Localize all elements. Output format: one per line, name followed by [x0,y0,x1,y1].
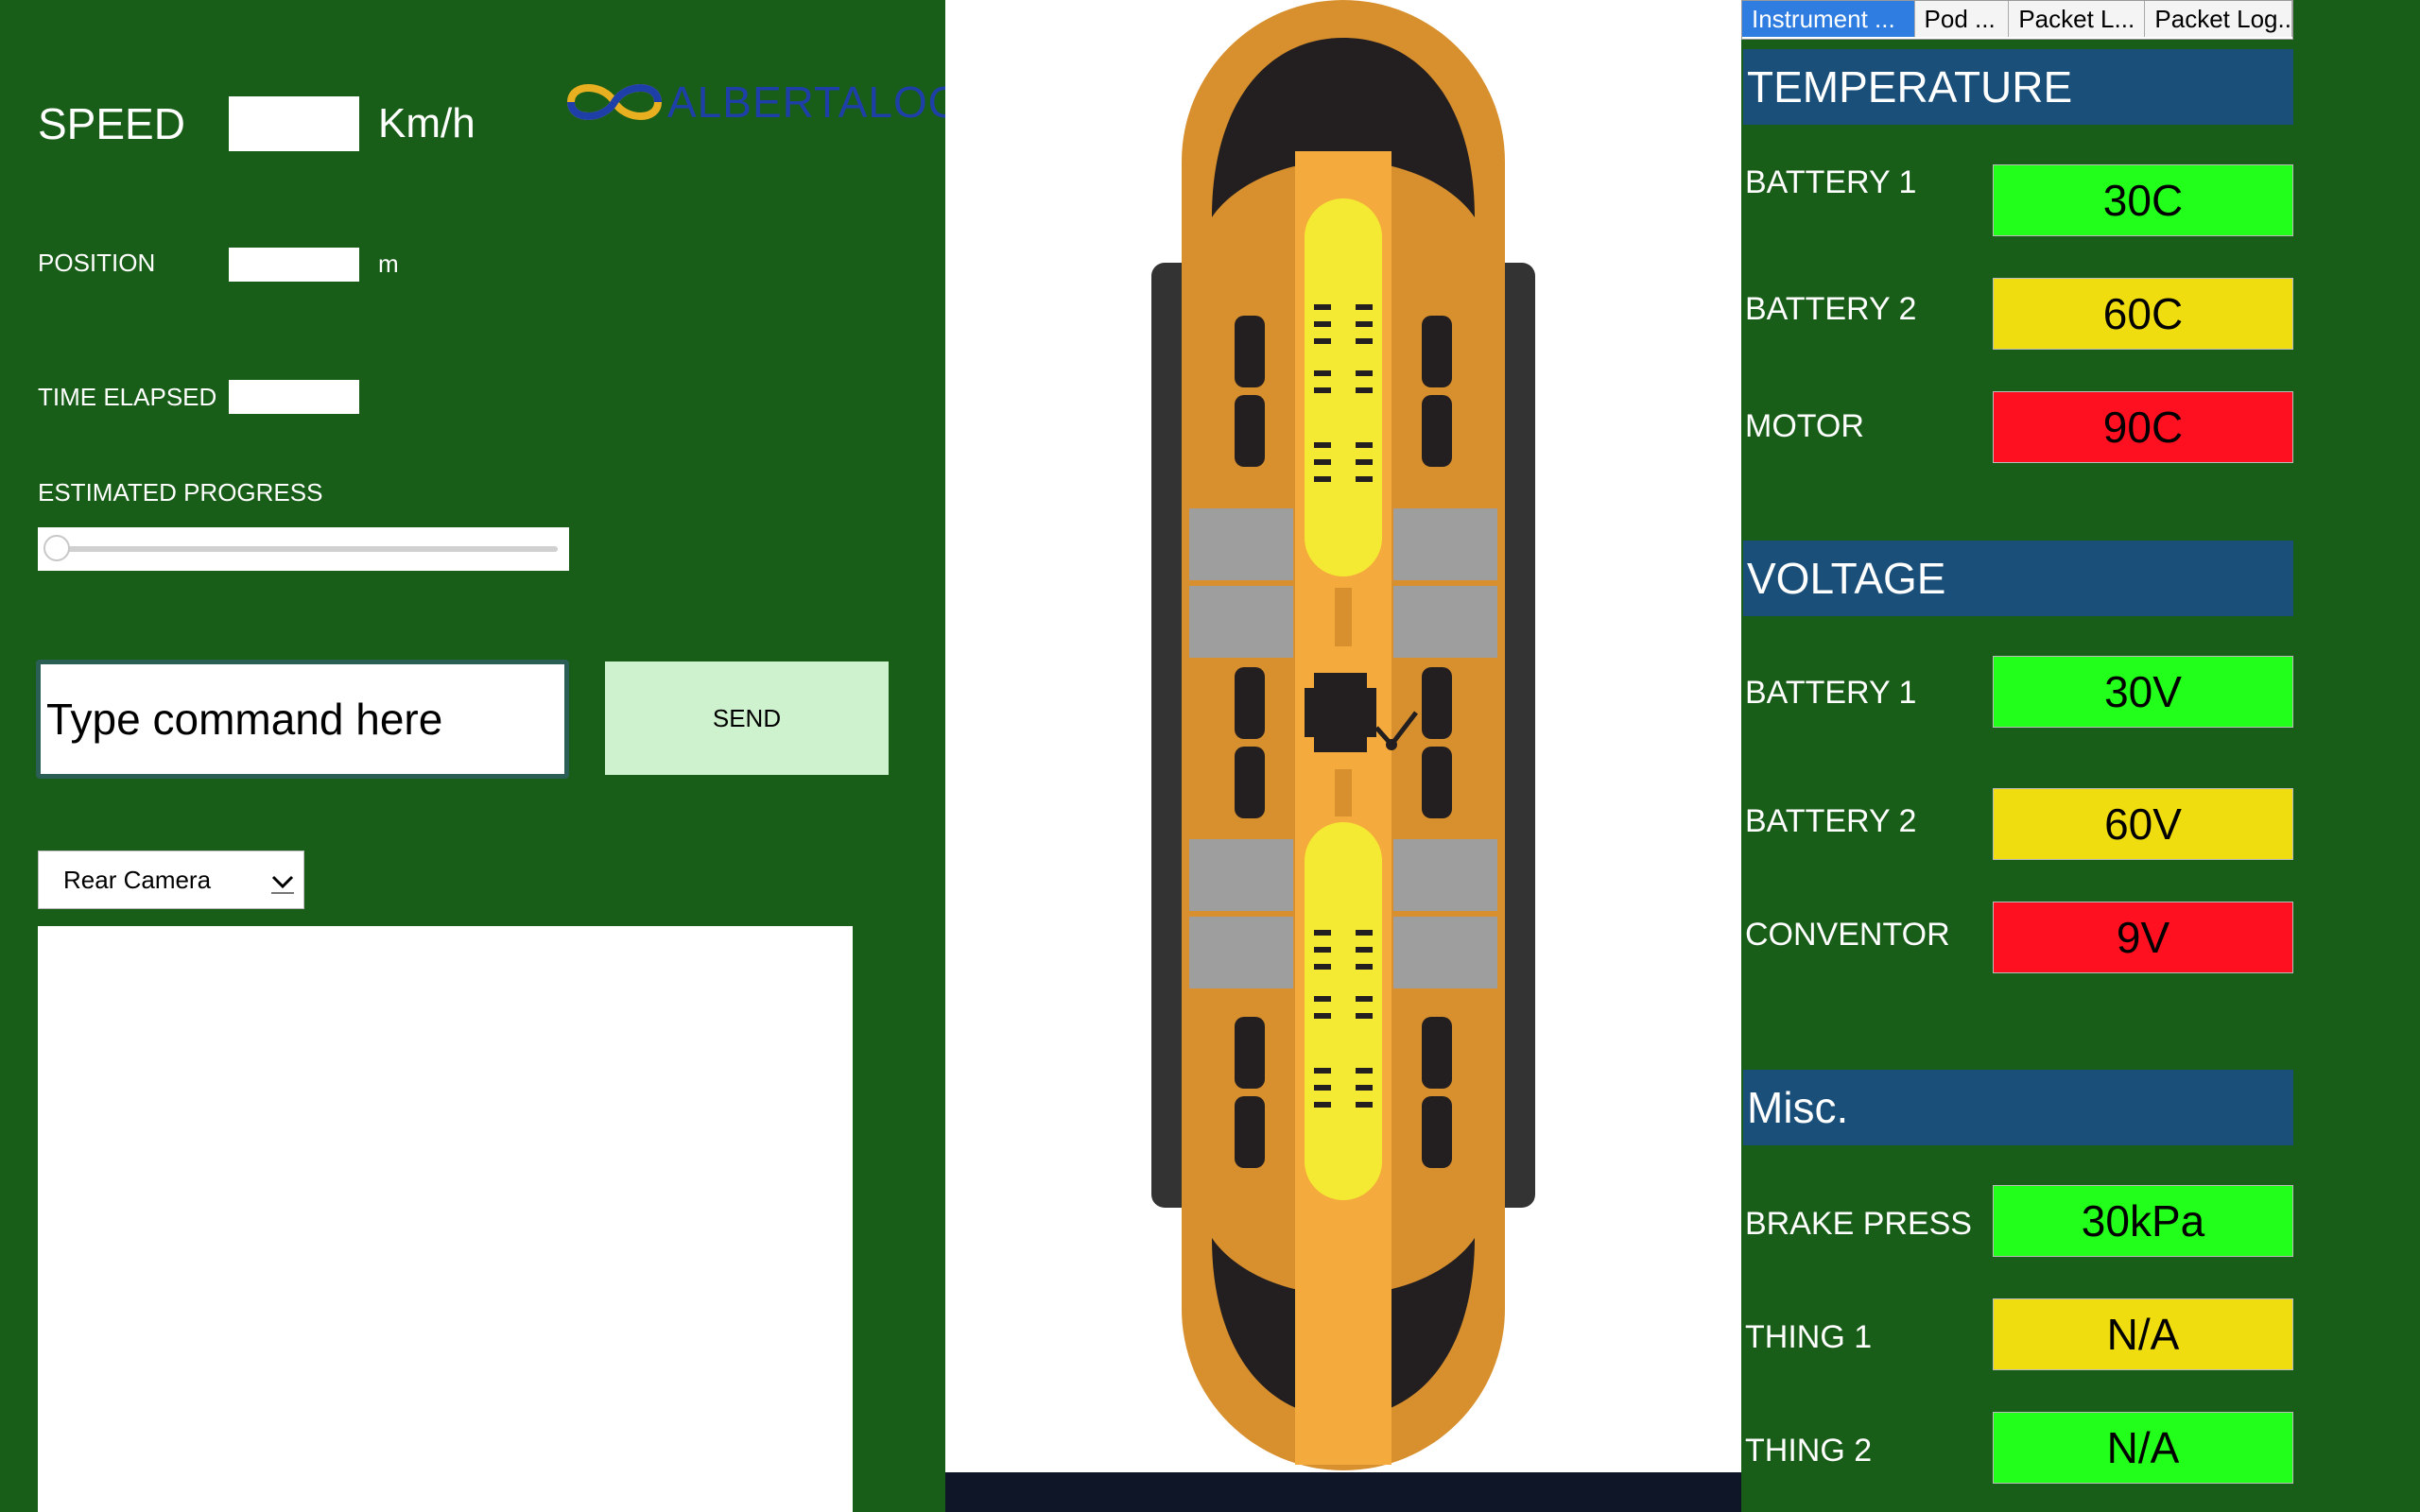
time-elapsed-field[interactable] [229,380,359,414]
volt-battery-2-value: 60V [1993,788,2293,860]
time-elapsed-label: TIME ELAPSED [38,383,217,411]
temp-motor-label: MOTOR [1745,408,1864,444]
estimated-progress-label: ESTIMATED PROGRESS [38,478,323,507]
progress-slider[interactable] [38,527,569,571]
volt-conventor-value: 9V [1993,902,2293,973]
center-bottom-bar [945,1472,1741,1512]
instrument-panel: Instrument ... Pod ... Packet L... Packe… [1741,0,2293,1512]
camera-view [38,926,853,1512]
position-label: POSITION [38,249,156,277]
volt-battery-1-value: 30V [1993,656,2293,728]
position-unit: m [378,249,399,278]
tab-pod[interactable]: Pod ... [1914,1,2010,37]
misc-thing-2-value: N/A [1993,1412,2293,1484]
misc-thing-1-label: THING 1 [1745,1319,1873,1355]
misc-thing-2-label: THING 2 [1745,1433,1873,1469]
misc-brake-press-value: 30kPa [1993,1185,2293,1257]
albertaloop-logo: ALBERTALOOP [565,76,993,129]
temp-battery-2-value: 60C [1993,278,2293,350]
camera-select-value: Rear Camera [63,865,212,894]
misc-brake-press-label: BRAKE PRESS [1745,1206,1972,1242]
slider-track [55,546,558,552]
tab-packet-l[interactable]: Packet L... [2009,1,2146,37]
slider-thumb[interactable] [43,535,70,561]
volt-battery-1-label: BATTERY 1 [1745,675,1917,711]
temp-battery-1-value: 30C [1993,164,2293,236]
right-margin [2293,0,2420,1512]
pod-view [945,0,1741,1512]
position-field[interactable] [229,248,359,282]
pod-illustration [1151,0,1535,1470]
volt-conventor-label: CONVENTOR [1745,917,1950,953]
temp-battery-2-label: BATTERY 2 [1745,291,1917,327]
misc-header: Misc. [1743,1070,2293,1145]
camera-select[interactable]: Rear Camera [38,850,304,909]
voltage-header: VOLTAGE [1743,541,2293,616]
left-panel: SPEED Km/h POSITION m TIME ELAPSED ESTIM… [0,0,992,1512]
chevron-down-icon [271,875,294,894]
tab-instrument[interactable]: Instrument ... [1742,1,1915,37]
speed-unit: Km/h [378,100,475,146]
temperature-header: TEMPERATURE [1743,49,2293,125]
speed-label: SPEED [38,99,185,148]
command-input[interactable]: Type command here [36,660,569,779]
tab-bar: Instrument ... Pod ... Packet L... Packe… [1741,0,2293,40]
albertaloop-logo-icon [566,84,663,120]
logo-text: ALBERTALOOP [667,77,994,127]
temp-motor-value: 90C [1993,391,2293,463]
temp-battery-1-label: BATTERY 1 [1745,164,1917,200]
misc-thing-1-value: N/A [1993,1298,2293,1370]
send-button[interactable]: SEND [605,662,889,775]
volt-battery-2-label: BATTERY 2 [1745,803,1917,839]
speed-field[interactable] [229,96,359,151]
tab-packet-log[interactable]: Packet Log... [2145,1,2292,37]
